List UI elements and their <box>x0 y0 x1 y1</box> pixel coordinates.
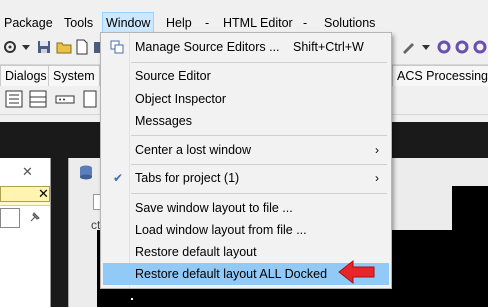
checkmark-icon: ✔ <box>113 171 124 185</box>
purple-gear-icon[interactable] <box>436 39 452 55</box>
right-dark-strip <box>452 186 488 307</box>
menu-item-label: Tabs for project (1) <box>135 171 240 185</box>
submenu-arrow-icon: › <box>375 171 379 185</box>
wrench-icon[interactable] <box>400 39 416 55</box>
panel-component-icon[interactable] <box>82 89 98 109</box>
save-icon[interactable] <box>36 39 52 55</box>
open-folder-icon[interactable] <box>56 39 72 55</box>
menu-item-center-lost-window[interactable]: Center a lost window › <box>103 139 389 161</box>
menu-item-label: Center a lost window <box>135 143 252 157</box>
dropdown-arrow-icon[interactable] <box>18 39 34 55</box>
gear-icon[interactable] <box>2 39 18 55</box>
menu-item-label: Restore default layout ALL Docked <box>135 267 328 281</box>
grid-component-icon[interactable] <box>28 89 48 109</box>
red-pointer-arrow-icon <box>338 259 375 285</box>
menu-item-manage-source-editors[interactable]: Manage Source Editors ... Shift+Ctrl+W <box>103 36 389 58</box>
menu-item-label: Object Inspector <box>135 92 227 106</box>
database-icon <box>80 165 92 180</box>
menu-tools[interactable]: Tools <box>64 13 93 33</box>
panel-input-box[interactable] <box>0 208 20 228</box>
menu-item-messages[interactable]: Messages <box>103 110 389 132</box>
menu-item-tabs-for-project[interactable]: ✔ Tabs for project (1) › <box>103 167 389 189</box>
menu-separator <box>131 135 387 136</box>
menu-separator-dash: - <box>205 16 210 30</box>
list-component-icon[interactable] <box>4 89 24 109</box>
menu-window[interactable]: Window <box>102 12 155 34</box>
close-icon[interactable]: ✕ <box>22 164 33 180</box>
menu-separator <box>131 164 387 165</box>
menu-item-load-window-layout[interactable]: Load window layout from file ... <box>103 219 389 241</box>
menu-item-object-inspector[interactable]: Object Inspector <box>103 88 389 110</box>
edit-component-icon[interactable] <box>54 89 76 109</box>
menu-item-label: Messages <box>135 114 192 128</box>
menu-item-save-window-layout[interactable]: Save window layout to file ... <box>103 197 389 219</box>
menu-package[interactable]: Package <box>4 13 53 33</box>
menu-separator <box>131 62 387 63</box>
menu-item-label: Manage Source Editors ... <box>135 40 280 54</box>
submenu-arrow-icon: › <box>375 143 379 157</box>
menu-item-label: Load window layout from file ... <box>135 223 307 237</box>
purple-gear-icon-2[interactable] <box>454 39 470 55</box>
settings-icon[interactable] <box>472 39 488 55</box>
windows-icon <box>110 40 124 54</box>
left-docked-panel: ✕ <box>0 158 51 307</box>
pin-icon[interactable] <box>28 210 42 224</box>
menu-separator-dash-2: - <box>303 16 308 30</box>
menu-solutions[interactable]: Solutions <box>324 13 375 33</box>
menu-item-label: Save window layout to file ... <box>135 201 293 215</box>
menu-help[interactable]: Help <box>166 13 192 33</box>
menu-item-label: Source Editor <box>135 69 211 83</box>
grid-dot <box>131 298 133 300</box>
menu-separator <box>131 193 387 194</box>
tab-dialogs[interactable]: Dialogs <box>0 65 52 86</box>
menu-item-label: Restore default layout <box>135 245 257 259</box>
menu-html-editor[interactable]: HTML Editor <box>223 13 293 33</box>
tab-acs-processing[interactable]: ACS Processing <box>392 65 488 86</box>
close-panel-icon[interactable]: ✕ <box>38 187 49 200</box>
new-file-icon[interactable] <box>74 39 90 55</box>
menu-item-shortcut: Shift+Ctrl+W <box>293 40 364 54</box>
dropdown-arrow-icon-2[interactable] <box>418 39 434 55</box>
window-menu-dropdown: Manage Source Editors ... Shift+Ctrl+W S… <box>100 32 392 289</box>
menu-item-source-editor[interactable]: Source Editor <box>103 65 389 87</box>
menu-bar: Package Tools Window Help - HTML Editor … <box>0 12 488 34</box>
tab-system[interactable]: System <box>48 65 100 86</box>
